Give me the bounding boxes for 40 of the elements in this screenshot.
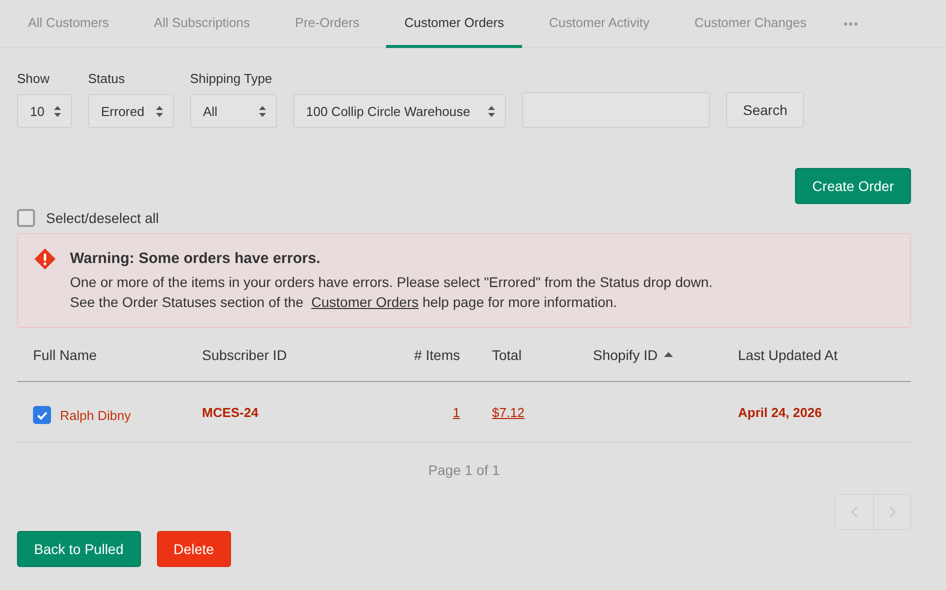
page-indicator: Page 1 of 1	[427, 462, 501, 478]
dropdown[interactable]: Errored	[88, 94, 174, 128]
items-link[interactable]: 1	[452, 404, 460, 420]
back-button[interactable]: Back to Pulled	[17, 531, 140, 567]
chevron-left-icon	[851, 506, 858, 518]
checkbox[interactable]	[33, 406, 51, 424]
tab[interactable]: Customer Orders	[386, 0, 522, 48]
field-label: Status	[88, 71, 126, 88]
search-button[interactable]: Search	[726, 92, 804, 128]
column-header[interactable]: Total	[462, 346, 562, 362]
dropdown[interactable]: All	[190, 94, 277, 128]
field-label: Show	[17, 71, 51, 88]
sort-caret-icon	[156, 106, 163, 116]
sort-caret-icon	[488, 106, 495, 116]
field-label: Shipping Type	[190, 71, 274, 88]
checkbox-label: Select/deselect all	[46, 210, 159, 226]
chevron-right-icon	[888, 506, 896, 518]
alert-text: See the Order Statuses section of the Customer Orders help page for more information.	[70, 293, 618, 312]
create-order-button[interactable]: Create Order	[795, 168, 911, 204]
alert-title: Warning: Some orders have errors.	[70, 250, 322, 267]
sort-caret-icon	[259, 106, 266, 116]
table-cell: MCES-24	[202, 404, 258, 420]
sort-caret-icon	[54, 106, 61, 116]
column-header[interactable]: Shopify ID	[562, 346, 707, 362]
dropdown[interactable]: 100 Collip Circle Warehouse	[293, 94, 506, 128]
dropdown[interactable]: 10	[17, 94, 72, 128]
column-header[interactable]: # Items	[414, 346, 462, 362]
delete-button[interactable]: Delete	[156, 531, 231, 567]
customer-name-link[interactable]: Ralph Dibny	[60, 408, 131, 422]
table-cell: April 24, 2026	[738, 404, 822, 420]
column-header[interactable]: Last Updated At	[707, 346, 911, 362]
sort-up-icon	[664, 352, 673, 357]
column-header[interactable]: Subscriber ID	[202, 346, 372, 362]
help-link[interactable]: Customer Orders	[311, 294, 419, 310]
warning-icon	[34, 248, 56, 270]
column-header[interactable]: Full Name	[17, 346, 202, 362]
total-link[interactable]: $7.12	[492, 404, 525, 420]
checkbox[interactable]	[17, 209, 35, 227]
alert-text: One or more of the items in your orders have errors. Please select "Errored" from the Status drop down.	[70, 273, 713, 292]
checkmark-icon	[36, 409, 48, 421]
